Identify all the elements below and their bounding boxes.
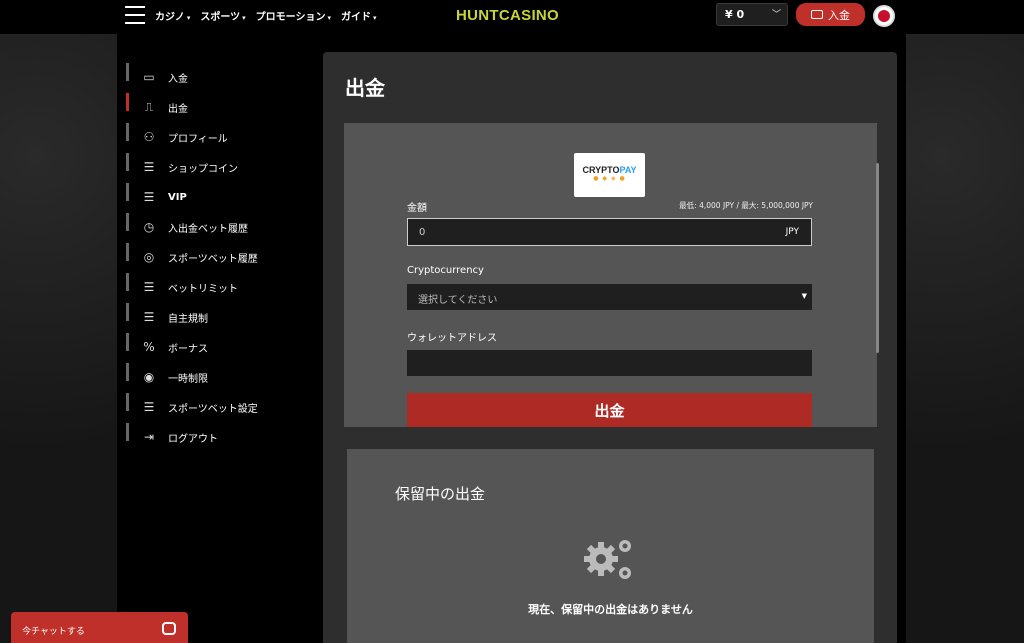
chevron-down-icon: ▾	[372, 14, 377, 22]
balance-dropdown[interactable]: ¥ 0 ﹀	[716, 3, 788, 26]
crypto-select[interactable]: 選択してください ▼	[407, 284, 812, 310]
menu-icon[interactable]	[125, 6, 145, 26]
top-header: カジノ ▾ スポーツ ▾ プロモーション ▾ ガイド ▾ HUNTCASINO ¥ 0 …	[0, 0, 1024, 34]
wallet-icon	[811, 10, 823, 19]
deposit-button[interactable]: 入金	[796, 3, 865, 26]
nav-casino[interactable]: カジノ ▾	[155, 8, 190, 23]
logout-icon: ⇥	[143, 430, 155, 444]
eye-icon: ◉	[143, 370, 155, 384]
amount-input[interactable]: 0 JPY	[407, 218, 812, 246]
chevron-down-icon: ▾	[242, 14, 246, 22]
percent-icon: %	[143, 340, 155, 354]
withdraw-icon: ⎍	[144, 100, 154, 114]
gears-icon	[584, 540, 631, 579]
sidebar-item-sports-history[interactable]: ◎ スポーツベット履歴	[126, 242, 306, 272]
sliders-icon: ☰	[143, 310, 155, 324]
chat-button[interactable]: 今チャットする	[11, 612, 188, 643]
sidebar-item-bonus[interactable]: % ボーナス	[126, 332, 306, 362]
sidebar-item-cooling-off[interactable]: ◉ 一時制限	[126, 362, 306, 392]
pending-title: 保留中の出金	[395, 485, 486, 503]
sidebar-item-self-exclusion[interactable]: ☰ 自主規制	[126, 302, 306, 332]
sidebar-item-withdraw[interactable]: ⎍ 出金	[126, 92, 306, 122]
wallet-address-input[interactable]	[407, 350, 812, 376]
wallet-label: ウォレットアドレス	[407, 333, 497, 344]
chevron-down-icon: ▼	[801, 292, 807, 300]
nav-promotions[interactable]: プロモーション ▾	[256, 8, 331, 23]
sidebar-item-sports-settings[interactable]: ☰ スポーツベット設定	[126, 392, 306, 422]
sliders-icon: ☰	[143, 190, 155, 204]
currency-unit: JPY	[785, 227, 799, 237]
site-logo[interactable]: HUNTCASINO	[456, 7, 559, 24]
page-title: 出金	[345, 76, 385, 100]
sidebar-item-logout[interactable]: ⇥ ログアウト	[126, 422, 306, 452]
japan-flag-icon[interactable]	[873, 5, 895, 27]
left-background	[0, 34, 117, 643]
right-background	[906, 34, 1024, 643]
sliders-icon: ☰	[143, 280, 155, 294]
nav-sports[interactable]: スポーツ ▾	[200, 8, 245, 23]
chevron-down-icon: ▾	[186, 14, 191, 22]
amount-label: 金額	[407, 203, 427, 214]
ball-icon: ◎	[143, 250, 155, 264]
pending-withdrawals: 保留中の出金 現在、保留中の出金はありません	[347, 449, 874, 643]
empty-message: 現在、保留中の出金はありません	[528, 603, 693, 616]
stopwatch-icon: ◷	[143, 220, 155, 234]
scrollbar[interactable]	[876, 163, 879, 353]
withdraw-panel: 出金 CRYPTOPAY ● ◆ ◈ ● 金額 最低: 4,000 JPY / …	[323, 52, 897, 643]
sidebar-item-vip[interactable]: ☰ VIP	[126, 182, 306, 212]
nav-guide[interactable]: ガイド ▾	[341, 8, 377, 23]
sidebar-item-profile[interactable]: ⚇ プロフィール	[126, 122, 306, 152]
chevron-down-icon: ▾	[327, 14, 331, 22]
chevron-down-icon: ﹀	[771, 10, 781, 20]
sidebar-item-deposit[interactable]: ▭ 入金	[126, 62, 306, 92]
main-nav: カジノ ▾ スポーツ ▾ プロモーション ▾ ガイド ▾	[155, 8, 377, 23]
sidebar-item-bet-limit[interactable]: ☰ ベットリミット	[126, 272, 306, 302]
crypto-label: Cryptocurrency	[407, 265, 484, 276]
account-sidebar: ▭ 入金 ⎍ 出金 ⚇ プロフィール ☰ ショップコイン ☰ VIP ◷ 入出金ベット履歴 …	[126, 62, 306, 452]
cash-icon: ▭	[143, 70, 155, 84]
balance-value: ¥ 0	[725, 8, 745, 21]
withdraw-submit-button[interactable]: 出金	[407, 393, 812, 427]
sidebar-item-shop-coins[interactable]: ☰ ショップコイン	[126, 152, 306, 182]
user-icon: ⚇	[143, 130, 155, 144]
sidebar-item-transaction-history[interactable]: ◷ 入出金ベット履歴	[126, 212, 306, 242]
cryptopay-logo: CRYPTOPAY ● ◆ ◈ ●	[574, 153, 645, 197]
sliders-icon: ☰	[143, 160, 155, 174]
sliders-icon: ☰	[143, 400, 155, 414]
amount-limits: 最低: 4,000 JPY / 最大: 5,000,000 JPY	[679, 201, 813, 210]
chat-bubble-icon	[162, 622, 176, 635]
withdraw-form: CRYPTOPAY ● ◆ ◈ ● 金額 最低: 4,000 JPY / 最大:…	[344, 123, 879, 427]
